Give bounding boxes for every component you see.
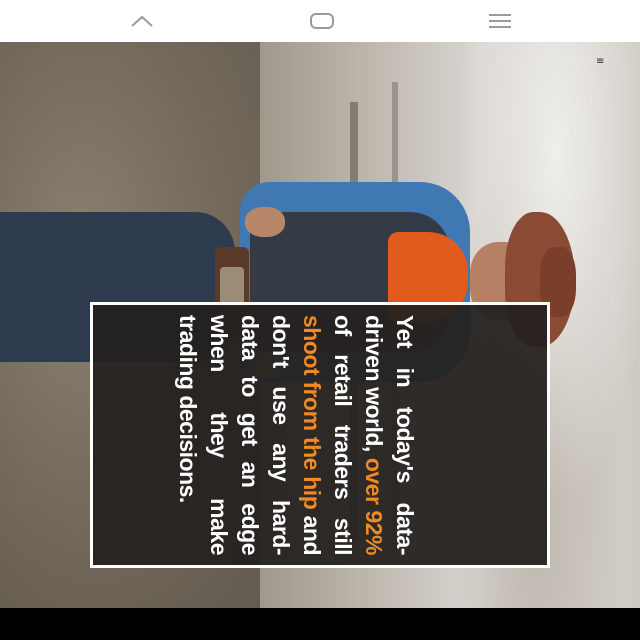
chevron-up-icon[interactable] bbox=[124, 7, 160, 35]
cowboy-hand bbox=[245, 207, 285, 237]
cowboy-photo: ≡ Yet in today's data-driven world, over… bbox=[0, 42, 640, 608]
belt-buckle bbox=[220, 267, 244, 307]
quote-card: Yet in today's data-driven world, over 9… bbox=[90, 302, 550, 568]
highlight-over-92: over 92% bbox=[361, 457, 387, 555]
quote-text: Yet in today's data-driven world, over 9… bbox=[175, 315, 420, 555]
highlight-shoot-from-hip: shoot from the hip bbox=[299, 315, 325, 510]
hamburger-menu-icon[interactable] bbox=[482, 7, 518, 35]
bottom-bar bbox=[0, 608, 640, 640]
navigation-bar bbox=[0, 0, 640, 42]
quote-text-part: of retail traders still bbox=[330, 315, 356, 555]
corner-logo-icon: ≡ bbox=[596, 56, 605, 67]
home-icon[interactable] bbox=[304, 7, 340, 35]
